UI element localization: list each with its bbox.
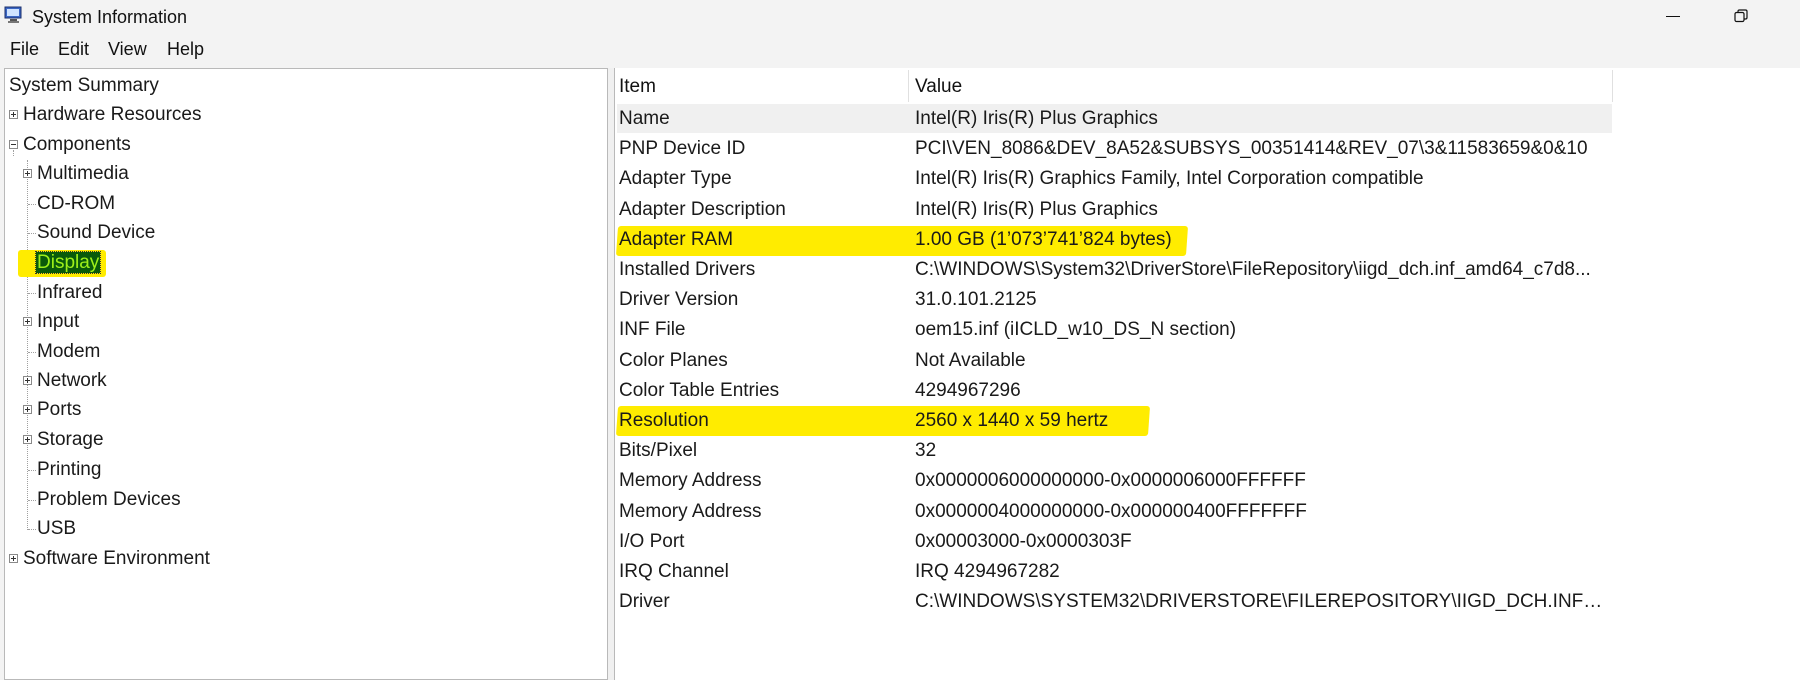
minimize-button[interactable] (1644, 0, 1702, 32)
row-value-cell: 4294967296 (915, 379, 1021, 401)
table-row[interactable]: Color Planes Not Available (0, 346, 1800, 376)
table-row[interactable]: IRQ Channel IRQ 4294967282 (0, 557, 1800, 587)
row-value-cell: 0x00003000-0x0000303F (915, 530, 1132, 552)
table-row[interactable]: Adapter Type Intel(R) Iris(R) Graphics Fa… (0, 164, 1800, 194)
row-value-cell: IRQ 4294967282 (915, 561, 1060, 582)
row-item-cell: PNP Device ID (619, 138, 746, 160)
table-row[interactable]: INF File oem15.inf (iICLD_w10_DS_N sectio… (0, 315, 1800, 345)
row-item-cell: INF File (619, 319, 686, 341)
row-item-cell: Driver Version (619, 289, 739, 311)
table-row[interactable]: Color Table Entries 4294967296 (0, 376, 1800, 406)
row-value-cell: Intel(R) Iris(R) Graphics Family, Intel … (915, 168, 1424, 190)
row-item-cell: IRQ Channel (619, 561, 729, 582)
row-item-cell: Installed Drivers (619, 259, 756, 280)
table-row[interactable]: Driver C:\WINDOWS\SYSTEM32\DRIVERSTORE\FI… (0, 587, 1800, 617)
row-item-cell: Driver (619, 591, 670, 613)
row-item-cell: Adapter Description (619, 198, 786, 220)
row-item-cell: Color Planes (619, 349, 728, 371)
menu-bar: File Edit View Help (0, 34, 1800, 62)
table-row[interactable]: Name Intel(R) Iris(R) Plus Graphics (0, 104, 1800, 134)
table-row[interactable]: I/O Port 0x00003000-0x0000303F (0, 527, 1800, 557)
menu-file[interactable]: File (10, 39, 39, 60)
row-value-cell: oem15.inf (iICLD_w10_DS_N section) (915, 319, 1237, 341)
table-row[interactable]: Memory Address 0x0000004000000000-0x00000… (0, 497, 1800, 527)
table-row[interactable]: Driver Version 31.0.101.2125 (0, 285, 1800, 315)
menu-help[interactable]: Help (167, 39, 204, 60)
row-item-cell: Name (619, 108, 670, 129)
table-row[interactable]: Memory Address 0x0000006000000000-0x00000… (0, 466, 1800, 496)
row-value-cell: 0x0000004000000000-0x000000400FFFFFFF (915, 500, 1307, 522)
menu-edit[interactable]: Edit (58, 39, 89, 60)
column-divider[interactable] (1612, 70, 1613, 102)
column-divider[interactable] (908, 70, 909, 102)
minimize-icon (1666, 15, 1680, 17)
row-item-cell: Resolution (619, 410, 709, 431)
row-value-cell: 2560 x 1440 x 59 hertz (915, 410, 1109, 431)
table-row[interactable]: Adapter Description Intel(R) Iris(R) Plus… (0, 195, 1800, 225)
row-item-cell: Color Table Entries (619, 379, 780, 401)
row-value-cell: Intel(R) Iris(R) Plus Graphics (915, 108, 1158, 129)
table-row[interactable]: Bits/Pixel 32 (0, 436, 1800, 466)
row-value-cell: 1.00 GB (1’073’741’824 bytes) (915, 228, 1172, 250)
restore-button[interactable] (1712, 0, 1770, 32)
table-row[interactable]: Adapter RAM 1.00 GB (1’073’741’824 bytes) (0, 225, 1800, 255)
window-title: System Information (32, 7, 188, 27)
row-item-cell: Bits/Pixel (619, 440, 698, 462)
row-item-cell: Memory Address (619, 500, 762, 522)
table-row[interactable]: Resolution 2560 x 1440 x 59 hertz (0, 406, 1800, 436)
menu-view[interactable]: View (108, 39, 147, 60)
row-value-cell: 32 (915, 440, 937, 462)
row-value-cell: Not Available (915, 349, 1026, 371)
row-value-cell: Intel(R) Iris(R) Plus Graphics (915, 198, 1158, 220)
restore-icon (1734, 9, 1748, 23)
row-item-cell: Adapter Type (619, 168, 732, 190)
row-value-cell: 0x0000006000000000-0x0000006000FFFFFF (915, 470, 1306, 492)
column-header-value[interactable]: Value (915, 72, 962, 102)
table-row[interactable]: Installed Drivers C:\WINDOWS\System32\Dri… (0, 255, 1800, 285)
row-value-cell: PCI\VEN_8086&DEV_8A52&SUBSYS_00351414&RE… (915, 138, 1588, 160)
tree-item-system-summary[interactable]: System Summary (9, 73, 159, 99)
row-value-cell: 31.0.101.2125 (915, 289, 1037, 311)
row-item-cell: Adapter RAM (619, 228, 734, 250)
row-item-cell: I/O Port (619, 530, 685, 552)
row-item-cell: Memory Address (619, 470, 762, 492)
row-value-cell: C:\WINDOWS\SYSTEM32\DRIVERSTORE\FILEREPO… (915, 591, 1610, 613)
table-row[interactable]: PNP Device ID PCI\VEN_8086&DEV_8A52&SUBSY… (0, 134, 1800, 164)
title-bar: System Information (0, 0, 1800, 32)
column-header-item[interactable]: Item (619, 72, 656, 102)
row-value-cell: C:\WINDOWS\System32\DriverStore\FileRepo… (915, 259, 1591, 280)
system-information-app-icon (4, 6, 22, 23)
